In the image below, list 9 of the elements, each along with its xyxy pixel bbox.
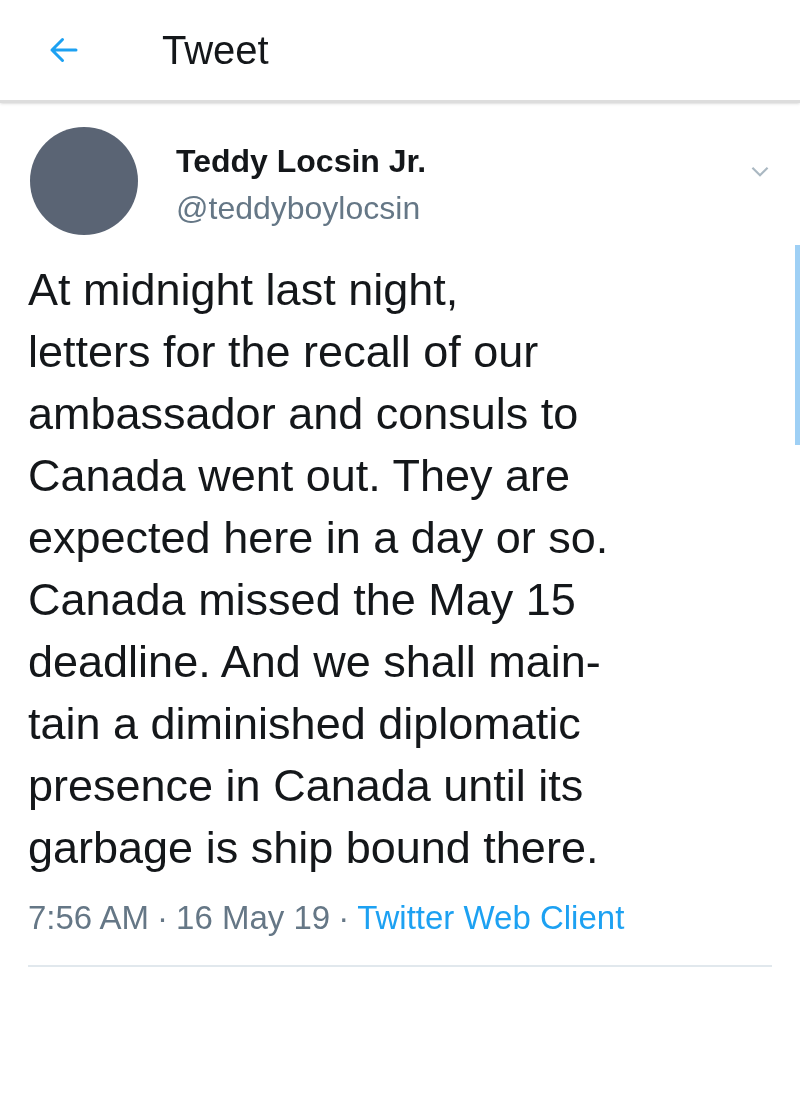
separator-dot: · <box>338 898 350 938</box>
tweet-timestamp: 7:56 AM <box>28 898 150 938</box>
page-title: Tweet <box>162 27 269 74</box>
source-link[interactable]: Twitter Web Client <box>357 893 625 943</box>
tweet-text: At midnight last night, letters for the recall of our ambassador and consuls to Canada went out. They are expected here in a day or so. Canada missed the May 15 deadline. And we shall main- tain a diminished diplomatic presence in Canada until its garbage is ship bound there. <box>28 263 610 875</box>
author-name: Teddy Locsin Jr. <box>176 142 427 181</box>
author-handle: @teddyboylocsin <box>176 189 422 228</box>
tweet-date: 16 May 19 <box>176 898 331 938</box>
separator-dot: · <box>157 898 169 938</box>
